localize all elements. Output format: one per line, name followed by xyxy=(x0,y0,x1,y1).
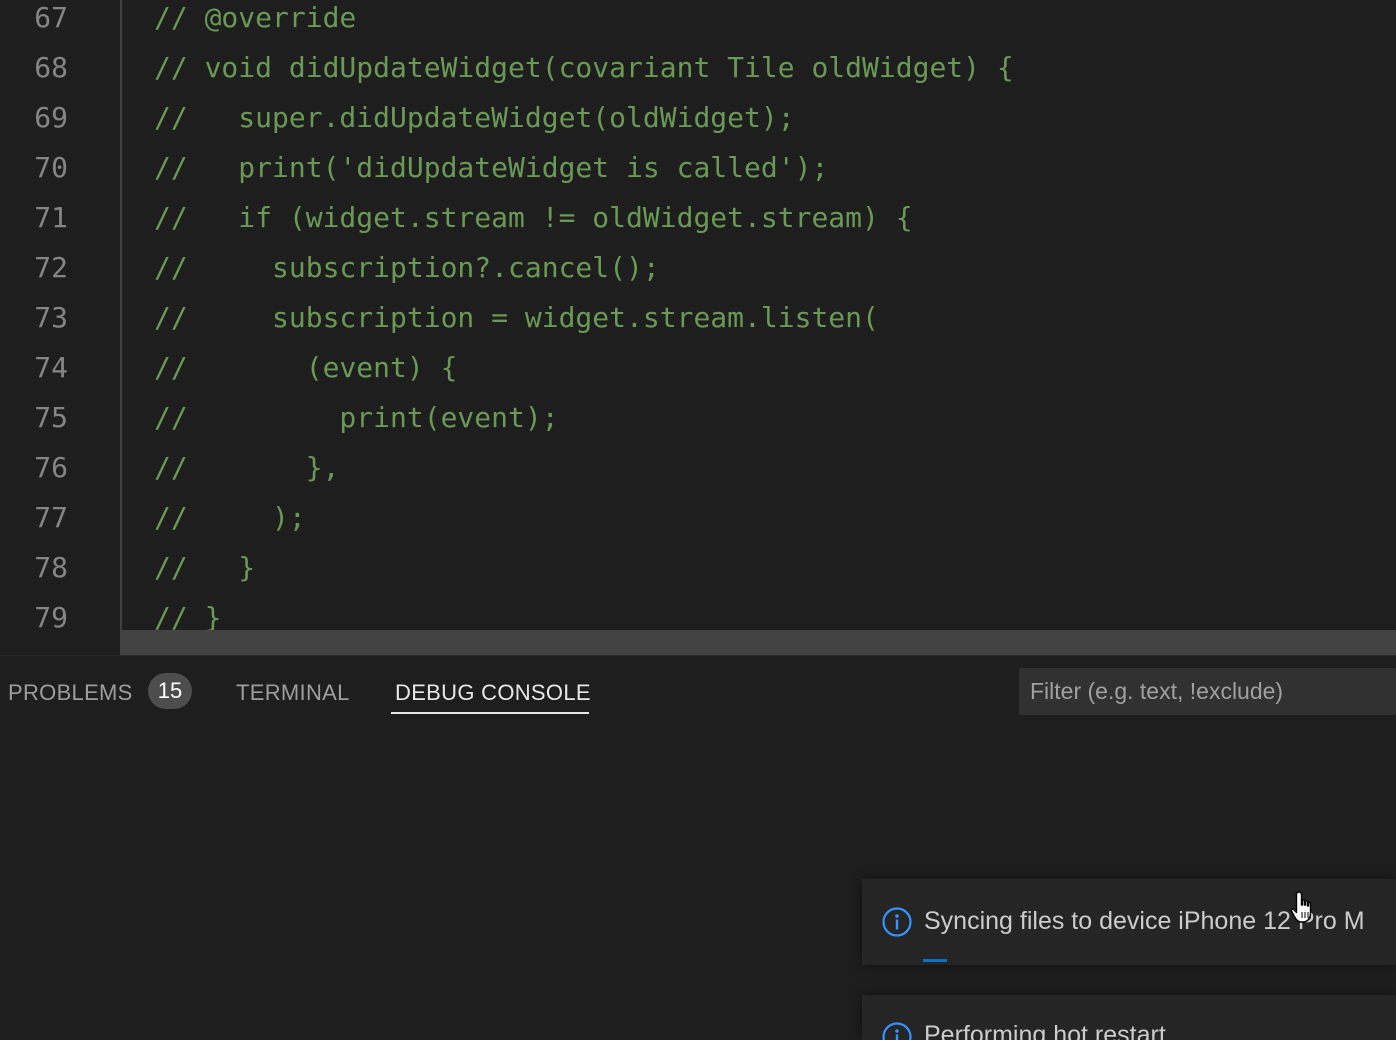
line-number: 69 xyxy=(34,101,68,134)
horizontal-scrollbar[interactable] xyxy=(120,630,1396,655)
problems-count-badge: 15 xyxy=(148,673,192,709)
code-line: 74 // (event) { xyxy=(0,343,1396,393)
bottom-panel: PROBLEMS 15 TERMINAL DEBUG CONSOLE xyxy=(0,655,1396,1040)
line-code[interactable]: // void didUpdateWidget(covariant Tile o… xyxy=(154,43,1014,93)
notification-message: Performing hot restart... xyxy=(924,1021,1187,1040)
code-line: 77 // ); xyxy=(0,493,1396,543)
info-icon xyxy=(882,1022,912,1040)
tab-terminal[interactable]: TERMINAL xyxy=(236,676,350,710)
filter-field[interactable] xyxy=(1019,668,1396,715)
tab-problems-label: PROBLEMS xyxy=(8,680,133,705)
filter-input[interactable] xyxy=(1019,668,1396,715)
line-number: 74 xyxy=(34,351,68,384)
vscode-window: 67 // @override 68 // void didUpdateWidget(… xyxy=(0,0,1396,1040)
code-line: 67 // @override xyxy=(0,0,1396,43)
line-number: 78 xyxy=(34,551,68,584)
tab-debug-console-label: DEBUG CONSOLE xyxy=(395,680,591,705)
line-code[interactable]: // } xyxy=(154,543,255,593)
line-number: 77 xyxy=(34,501,68,534)
line-code[interactable]: // (event) { xyxy=(154,343,457,393)
line-code[interactable]: // subscription?.cancel(); xyxy=(154,243,660,293)
code-line: 70 // print('didUpdateWidget is called'); xyxy=(0,143,1396,193)
line-code[interactable]: // super.didUpdateWidget(oldWidget); xyxy=(154,93,795,143)
code-line: 75 // print(event); xyxy=(0,393,1396,443)
active-tab-indicator xyxy=(391,712,589,714)
code-editor[interactable]: 67 // @override 68 // void didUpdateWidget(… xyxy=(0,0,1396,655)
tab-terminal-label: TERMINAL xyxy=(236,680,350,705)
gutter-scroll-spacer xyxy=(0,630,120,655)
line-code[interactable]: // print('didUpdateWidget is called'); xyxy=(154,143,828,193)
line-number: 72 xyxy=(34,251,68,284)
notification-toast-hot-restart[interactable]: Performing hot restart... xyxy=(862,995,1396,1040)
line-number: 75 xyxy=(34,401,68,434)
code-line: 78 // } xyxy=(0,543,1396,593)
code-line: 69 // super.didUpdateWidget(oldWidget); xyxy=(0,93,1396,143)
hand-pointer-icon xyxy=(1290,891,1312,923)
line-code[interactable]: // }, xyxy=(154,443,339,493)
line-code[interactable]: // if (widget.stream != oldWidget.stream… xyxy=(154,193,913,243)
line-code[interactable]: // ); xyxy=(154,493,306,543)
code-line: 76 // }, xyxy=(0,443,1396,493)
line-code[interactable]: // @override xyxy=(154,0,356,43)
line-number: 70 xyxy=(34,151,68,184)
tab-debug-console[interactable]: DEBUG CONSOLE xyxy=(395,676,591,710)
line-code[interactable]: // subscription = widget.stream.listen( xyxy=(154,293,879,343)
line-number: 76 xyxy=(34,451,68,484)
code-line: 72 // subscription?.cancel(); xyxy=(0,243,1396,293)
line-number: 68 xyxy=(34,51,68,84)
notification-progress-bar xyxy=(923,959,947,962)
code-line: 73 // subscription = widget.stream.listen… xyxy=(0,293,1396,343)
code-line: 68 // void didUpdateWidget(covariant Tile… xyxy=(0,43,1396,93)
line-number: 73 xyxy=(34,301,68,334)
line-number: 67 xyxy=(34,1,68,34)
line-code[interactable]: // print(event); xyxy=(154,393,559,443)
line-number: 71 xyxy=(34,201,68,234)
tab-problems[interactable]: PROBLEMS xyxy=(8,676,133,710)
info-icon xyxy=(882,907,912,937)
code-line: 71 // if (widget.stream != oldWidget.stre… xyxy=(0,193,1396,243)
